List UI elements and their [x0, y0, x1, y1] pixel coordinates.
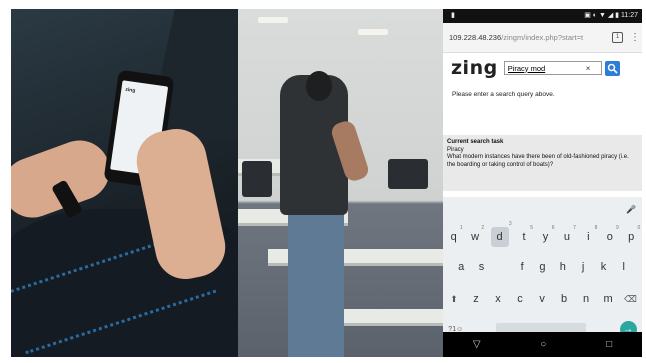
- key-n[interactable]: n: [580, 293, 592, 305]
- key-f[interactable]: f: [516, 261, 528, 273]
- url-host: 109.228.48.236: [449, 33, 502, 42]
- search-button[interactable]: [604, 60, 620, 76]
- android-nav-bar: ▽ ○ □: [443, 332, 642, 357]
- key-h[interactable]: h: [557, 261, 569, 273]
- search-icon: [607, 63, 618, 74]
- photo-user-holding-phone: zing: [11, 9, 238, 357]
- key-c[interactable]: c: [514, 293, 526, 305]
- photo-ceiling-light: [358, 29, 388, 35]
- browser-url-bar: 109.228.48.236/zingm/index.php?start=t 1…: [443, 23, 642, 53]
- key-z[interactable]: z: [470, 293, 482, 305]
- tabs-icon[interactable]: 1: [612, 32, 623, 43]
- photo-person-legs: [288, 209, 344, 357]
- home-icon[interactable]: ○: [540, 339, 546, 350]
- phone-screen: ▮ ▣ ◐ ▼ ◢ ▮ 11:27 109.228.48.236/zingm/i…: [443, 9, 642, 357]
- key-d-pressed[interactable]: d3: [490, 221, 512, 247]
- search-box: ×: [503, 61, 602, 75]
- photo-ceiling-light: [258, 17, 288, 23]
- photo-classroom: [238, 9, 443, 357]
- key-p[interactable]: p0: [625, 225, 640, 243]
- status-bar: ▮ ▣ ◐ ▼ ◢ ▮ 11:27: [443, 9, 642, 23]
- status-time: 11:27: [621, 12, 638, 19]
- key-g[interactable]: g: [536, 261, 548, 273]
- url-field[interactable]: 109.228.48.236/zingm/index.php?start=t: [449, 33, 605, 42]
- key-u[interactable]: u7: [561, 225, 576, 243]
- keyboard-row-3: ⬆ z x c v b n m ⌫: [443, 293, 642, 305]
- key-x[interactable]: x: [492, 293, 504, 305]
- recent-apps-icon[interactable]: □: [606, 339, 612, 350]
- search-prompt: Please enter a search query above.: [452, 91, 555, 98]
- key-l[interactable]: l: [618, 261, 630, 273]
- clear-icon[interactable]: ×: [586, 64, 591, 73]
- task-topic: Piracy: [447, 146, 464, 153]
- photo-chair: [388, 159, 428, 189]
- photo-phone-logo: zing: [124, 86, 136, 95]
- keyboard-row-1: q1 w2 d3 t5 y6 u7 i8 o9 p0: [443, 221, 642, 247]
- backspace-key[interactable]: ⌫: [624, 294, 637, 305]
- task-title: Current search task: [447, 139, 504, 145]
- status-icons: ▣ ◐ ▼ ◢ ▮: [584, 12, 620, 19]
- key-y[interactable]: y6: [539, 225, 555, 243]
- url-path: /zingm/index.php?start=t: [501, 33, 584, 42]
- key-m[interactable]: m: [602, 293, 614, 305]
- menu-icon[interactable]: ⋮: [630, 32, 640, 43]
- key-j[interactable]: j: [577, 261, 589, 273]
- key-a[interactable]: a: [455, 261, 467, 273]
- key-v[interactable]: v: [536, 293, 548, 305]
- photo-chair: [242, 161, 272, 197]
- search-input[interactable]: [507, 63, 586, 73]
- key-i[interactable]: i8: [582, 225, 597, 243]
- notification-icon: ▮: [451, 12, 455, 19]
- zing-logo: zing: [451, 57, 498, 79]
- photo-person-head: [306, 71, 332, 101]
- task-question: What modern instances have there been of…: [447, 154, 629, 168]
- key-b[interactable]: b: [558, 293, 570, 305]
- key-t[interactable]: t5: [518, 225, 534, 243]
- search-header: zing ×: [443, 53, 642, 83]
- on-screen-keyboard: 🎤 q1 w2 d3 t5 y6 u7 i8 o9 p0 a s f g h j…: [443, 197, 642, 338]
- key-w[interactable]: w2: [469, 225, 484, 243]
- key-q[interactable]: q1: [448, 225, 463, 243]
- back-icon[interactable]: ▽: [473, 339, 481, 350]
- mic-icon[interactable]: 🎤: [626, 205, 636, 214]
- task-panel: Current search task Piracy What modern i…: [443, 135, 642, 191]
- key-k[interactable]: k: [597, 261, 609, 273]
- key-s[interactable]: s: [475, 261, 487, 273]
- keyboard-row-2: a s f g h j k l: [443, 261, 642, 273]
- shift-key[interactable]: ⬆: [448, 294, 460, 305]
- key-o[interactable]: o9: [604, 225, 619, 243]
